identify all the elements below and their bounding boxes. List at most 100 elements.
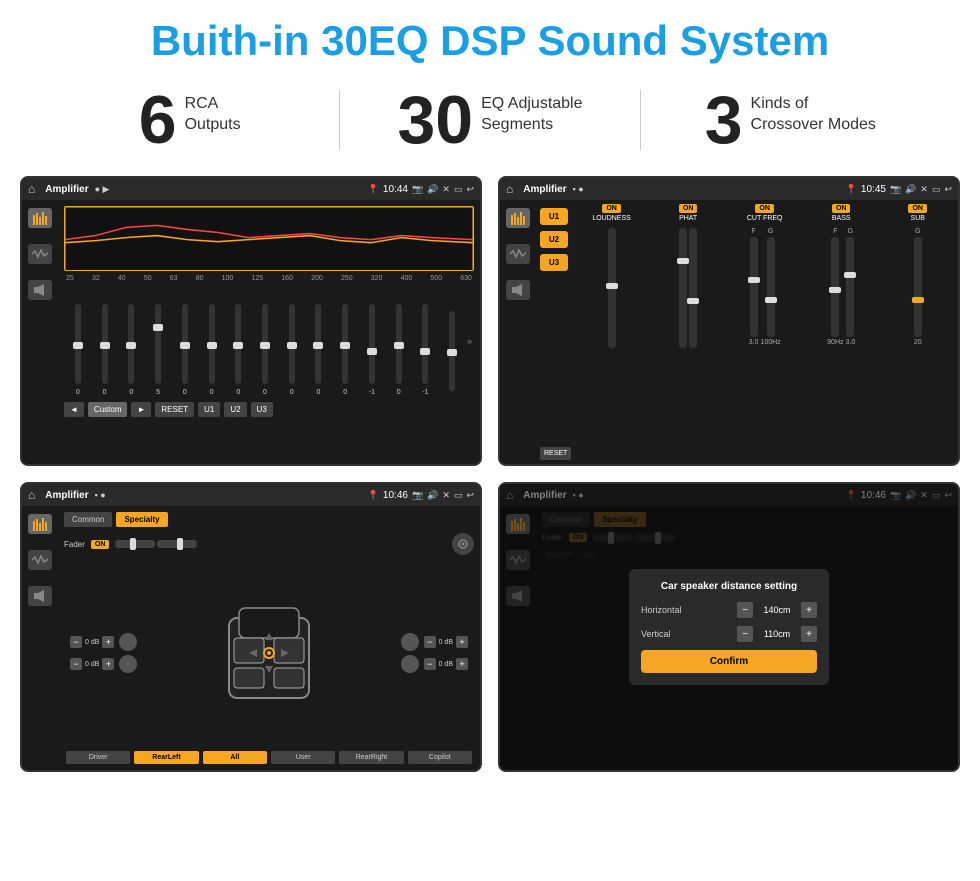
screen1-title: Amplifier	[45, 184, 88, 195]
vertical-control: − 110cm +	[737, 626, 817, 642]
xover-reset-button[interactable]: RESET	[540, 447, 571, 460]
eq-slider-7[interactable]: 0	[253, 304, 277, 396]
sidebar-eq-icon[interactable]	[28, 208, 52, 228]
back-icon: ↩	[466, 184, 474, 195]
eq-reset-button[interactable]: RESET	[155, 402, 194, 417]
right-top-minus[interactable]: −	[424, 636, 436, 648]
back-icon-3: ↩	[466, 490, 474, 501]
rect-icon-2: ▭	[932, 184, 941, 195]
specialty-tab[interactable]: Specialty	[116, 512, 167, 527]
sidebar-speaker-icon-2[interactable]	[506, 280, 530, 300]
freq-125: 125	[251, 275, 263, 282]
vertical-minus-button[interactable]: −	[737, 626, 753, 642]
vertical-label: Vertical	[641, 629, 701, 639]
home-icon-2: ⌂	[506, 182, 513, 196]
eq-slider-4[interactable]: 0	[173, 304, 197, 396]
all-button[interactable]: All	[203, 751, 267, 764]
stat-number-eq: 30	[397, 86, 473, 154]
right-bottom-plus[interactable]: +	[456, 658, 468, 670]
eq-main: 25 32 40 50 63 80 100 125 160 200 250 32…	[58, 200, 480, 464]
fader-track-2[interactable]	[157, 540, 197, 548]
left-bottom-db: − 0 dB +	[70, 655, 137, 673]
screen2-sidebar	[500, 200, 536, 464]
eq-slider-10[interactable]: 0	[333, 304, 357, 396]
rearleft-button[interactable]: RearLeft	[134, 751, 198, 764]
eq-slider-5[interactable]: 0	[200, 304, 224, 396]
screen1-sidebar	[22, 200, 58, 464]
horizontal-label: Horizontal	[641, 605, 701, 615]
speaker-circle-lt	[119, 633, 137, 651]
sidebar-wave-icon-2[interactable]	[506, 244, 530, 264]
vol-icon-2: 🔊	[905, 184, 916, 195]
stat-divider-1	[339, 90, 340, 150]
eq-u3-button[interactable]: U3	[251, 402, 273, 417]
sidebar-speaker-icon[interactable]	[28, 280, 52, 300]
stat-rca: 6 RCAOutputs	[60, 86, 319, 154]
copilot-button[interactable]: Copilot	[408, 751, 472, 764]
eq-slider-3[interactable]: 5	[146, 304, 170, 396]
horizontal-minus-button[interactable]: −	[737, 602, 753, 618]
eq-custom-button[interactable]: Custom	[88, 402, 128, 417]
driver-button[interactable]: Driver	[66, 751, 130, 764]
right-bottom-minus[interactable]: −	[424, 658, 436, 670]
freq-160: 160	[281, 275, 293, 282]
eq-slider-0[interactable]: 0	[66, 304, 90, 396]
screenshots-grid: ⌂ Amplifier ● ▶ 📍 10:44 📷 🔊 ✕ ▭ ↩	[0, 166, 980, 782]
left-bottom-minus[interactable]: −	[70, 658, 82, 670]
eq-graph	[64, 206, 474, 271]
eq-slider-11[interactable]: -1	[360, 304, 384, 396]
freq-50: 50	[144, 275, 152, 282]
eq-slider-8[interactable]: 0	[280, 304, 304, 396]
eq-slider-14[interactable]	[440, 311, 464, 396]
confirm-button[interactable]: Confirm	[641, 650, 817, 673]
settings-icon[interactable]	[452, 533, 474, 555]
speaker-circle-lb	[119, 655, 137, 673]
xover-u1-button[interactable]: U1	[540, 208, 568, 225]
rearright-button[interactable]: RearRight	[339, 751, 403, 764]
xover-u2-button[interactable]: U2	[540, 231, 568, 248]
eq-next-button[interactable]: ►	[131, 402, 151, 417]
eq-slider-6[interactable]: 0	[226, 304, 250, 396]
eq-slider-1[interactable]: 0	[93, 304, 117, 396]
screen3-title: Amplifier	[45, 490, 88, 501]
sidebar-eq-icon-2[interactable]	[506, 208, 530, 228]
vol-icon-3: 🔊	[427, 490, 438, 501]
phat-label: PHAT	[679, 215, 697, 222]
sidebar-speaker-icon-3[interactable]	[28, 586, 52, 606]
dialog-overlay: Car speaker distance setting Horizontal …	[500, 484, 958, 770]
sidebar-wave-icon[interactable]	[28, 244, 52, 264]
stat-text-eq: EQ AdjustableSegments	[481, 86, 582, 136]
left-bottom-plus[interactable]: +	[102, 658, 114, 670]
speaker-circle-rb	[401, 655, 419, 673]
screen2-title: Amplifier	[523, 184, 566, 195]
stat-number-crossover: 3	[705, 86, 743, 154]
right-top-value: 0 dB	[439, 639, 453, 646]
eq-slider-13[interactable]: -1	[414, 304, 438, 396]
right-top-db: − 0 dB +	[401, 633, 468, 651]
fader-track-1[interactable]	[115, 540, 155, 548]
horizontal-plus-button[interactable]: +	[801, 602, 817, 618]
left-top-plus[interactable]: +	[102, 636, 114, 648]
eq-prev-button[interactable]: ◄	[64, 402, 84, 417]
loudness-label: LOUDNESS	[592, 215, 631, 222]
sidebar-eq-icon-3[interactable]	[28, 514, 52, 534]
left-top-minus[interactable]: −	[70, 636, 82, 648]
right-top-plus[interactable]: +	[456, 636, 468, 648]
eq-slider-2[interactable]: 0	[119, 304, 143, 396]
common-tab[interactable]: Common	[64, 512, 112, 527]
vertical-plus-button[interactable]: +	[801, 626, 817, 642]
freq-100: 100	[222, 275, 234, 282]
fader-on-badge: ON	[91, 540, 110, 549]
eq-u1-button[interactable]: U1	[198, 402, 220, 417]
fader-control-row: Fader ON	[64, 533, 474, 555]
eq-slider-12[interactable]: 0	[387, 304, 411, 396]
eq-slider-9[interactable]: 0	[307, 304, 331, 396]
rect-icon: ▭	[454, 184, 463, 195]
sidebar-wave-icon-3[interactable]	[28, 550, 52, 570]
screen3-dot: ▪ ●	[95, 490, 106, 500]
stat-divider-2	[640, 90, 641, 150]
xover-u3-button[interactable]: U3	[540, 254, 568, 271]
user-button[interactable]: User	[271, 751, 335, 764]
eq-u2-button[interactable]: U2	[224, 402, 246, 417]
screen1-topbar: ⌂ Amplifier ● ▶ 📍 10:44 📷 🔊 ✕ ▭ ↩	[22, 178, 480, 200]
